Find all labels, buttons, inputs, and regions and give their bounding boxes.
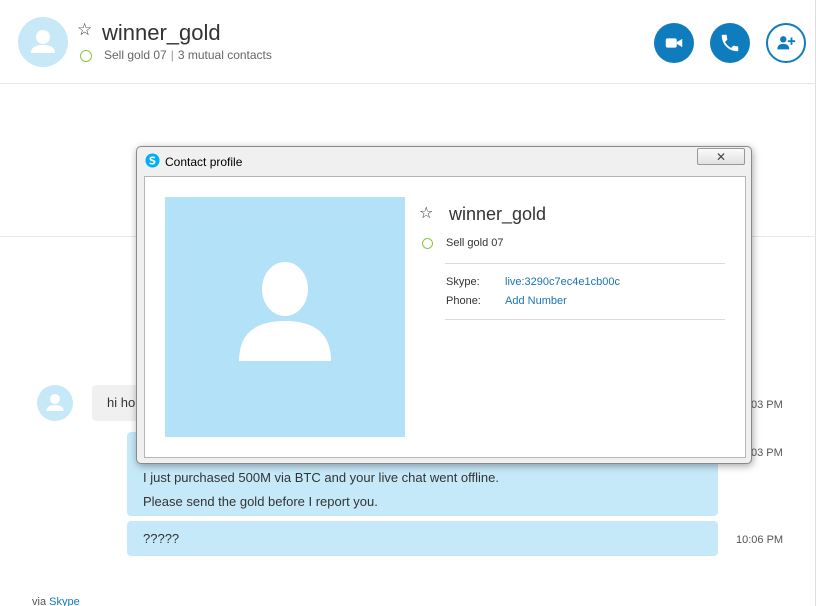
- person-icon: [239, 262, 331, 361]
- outgoing-message[interactable]: ?????: [127, 521, 718, 556]
- skype-logo-icon: S: [145, 153, 160, 168]
- add-number-link[interactable]: Add Number: [505, 295, 567, 307]
- message-timestamp: 03 PM: [751, 447, 783, 459]
- mood-text: Sell gold 07: [104, 48, 167, 62]
- divider: [445, 319, 725, 320]
- online-status-icon: [422, 238, 433, 249]
- profile-name: winner_gold: [449, 204, 547, 224]
- skype-link[interactable]: Skype: [49, 596, 80, 606]
- message-timestamp: 03 PM: [751, 399, 783, 411]
- message-timestamp: 10:06 PM: [736, 534, 784, 546]
- profile-mood: Sell gold 07: [446, 237, 504, 249]
- message-line: I just purchased 500M via BTC and your l…: [143, 470, 500, 485]
- sender-avatar[interactable]: [37, 385, 73, 421]
- person-icon: [46, 394, 64, 411]
- contact-profile-dialog: S Contact profile ✕ ☆ winner_gold Sell g…: [136, 146, 752, 464]
- divider: [445, 263, 725, 264]
- close-button[interactable]: ✕: [697, 148, 745, 165]
- person-icon: [31, 30, 55, 53]
- profile-picture: [165, 197, 405, 437]
- contact-subtitle: Sell gold 07 | 3 mutual contacts: [104, 48, 272, 62]
- phone-label: Phone:: [446, 295, 481, 307]
- via-skype: via Skype: [32, 596, 80, 606]
- close-icon: ✕: [715, 149, 727, 164]
- dialog-title: Contact profile: [165, 155, 243, 169]
- message-line: ?????: [143, 531, 180, 546]
- dialog-body: ☆ winner_gold Sell gold 07 Skype: live:3…: [144, 176, 746, 458]
- audio-call-button[interactable]: [710, 23, 750, 63]
- dialog-titlebar[interactable]: S Contact profile ✕: [137, 147, 751, 175]
- conversation-header: ☆ winner_gold Sell gold 07 | 3 mutual cont…: [0, 0, 816, 84]
- message-line: Please send the gold before I report you…: [143, 494, 378, 509]
- skype-id[interactable]: live:3290c7ec4e1cb00c: [505, 276, 620, 288]
- add-person-icon: [777, 36, 796, 50]
- favorite-star-icon[interactable]: ☆: [77, 20, 92, 40]
- contact-name[interactable]: winner_gold: [102, 20, 221, 46]
- skype-window: ☆ winner_gold Sell gold 07 | 3 mutual cont…: [0, 0, 816, 606]
- contact-avatar[interactable]: [18, 17, 68, 67]
- separator: |: [170, 48, 174, 62]
- video-camera-icon: [665, 38, 683, 48]
- add-people-button[interactable]: [766, 23, 806, 63]
- skype-label: Skype:: [446, 276, 480, 288]
- mutual-contacts[interactable]: 3 mutual contacts: [178, 48, 272, 62]
- svg-text:S: S: [149, 155, 156, 167]
- via-prefix: via: [32, 596, 47, 606]
- online-status-icon: [80, 50, 92, 62]
- phone-icon: [721, 34, 739, 52]
- video-call-button[interactable]: [654, 23, 694, 63]
- favorite-star-icon[interactable]: ☆: [419, 203, 433, 222]
